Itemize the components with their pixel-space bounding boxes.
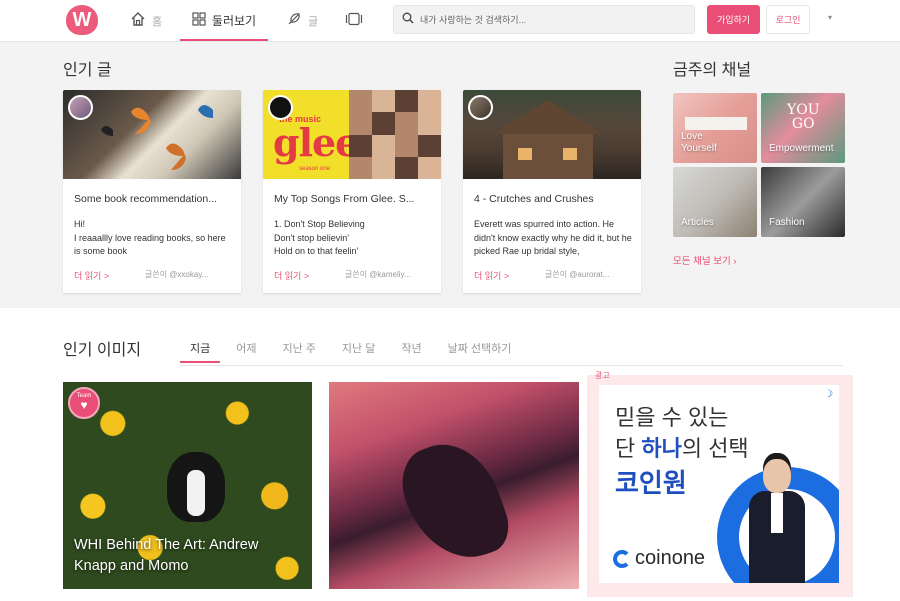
ad-product-name: 코인원 [615, 468, 687, 498]
top-header: W 홈 둘러보기 글 가입하기 로그인 ▾ [0, 0, 900, 42]
channel-label: Articles [681, 217, 714, 228]
channel-label: Empowerment [769, 143, 834, 154]
ad-text: 의 선택 [681, 436, 749, 461]
coinone-logo-icon [613, 549, 631, 568]
nav-collections[interactable] [345, 0, 363, 41]
logo-mark: W [72, 8, 92, 31]
ad-label: 광고 [595, 371, 610, 380]
tab-last-week[interactable]: 지난 주 [273, 332, 326, 363]
ad-banner[interactable]: ☽ 믿을 수 있는 단 하나의 선택 코인원 coinone [599, 385, 839, 583]
post-card[interactable]: the music glee season one My Top Songs F… [263, 90, 441, 293]
house-shape [503, 134, 593, 179]
post-author[interactable]: 글쓴이 @kameliy... [345, 269, 431, 280]
search-icon [402, 11, 414, 29]
channels-title: 금주의 채널 [673, 62, 752, 79]
post-thumbnail[interactable] [463, 90, 641, 179]
popular-posts-title: 인기 글 [63, 62, 112, 79]
channel-articles[interactable]: Articles [673, 167, 757, 237]
house-window [563, 148, 577, 160]
post-card[interactable]: Some book recommendation... Hi! I reaaal… [63, 90, 241, 293]
search-bar[interactable] [393, 5, 695, 34]
tab-last-month[interactable]: 지난 달 [332, 332, 385, 363]
glee-logo: glee [273, 120, 359, 165]
tab-yesterday[interactable]: 어제 [226, 332, 266, 363]
collections-icon [345, 12, 363, 29]
author-avatar[interactable] [268, 95, 293, 120]
ad-brand-name: coinone [635, 547, 706, 569]
post-author[interactable]: 글쓴이 @aurorat... [545, 269, 631, 280]
ad-headline: 믿을 수 있는 [615, 405, 729, 430]
nav-home[interactable]: 홈 [130, 0, 162, 41]
view-all-channels-link[interactable]: 모든 채널 보기 › [673, 253, 737, 267]
read-more-link[interactable]: 더 읽기 > [74, 269, 109, 282]
post-excerpt: 1. Don't Stop Believing Don't stop belie… [274, 219, 365, 256]
post-title[interactable]: 4 - Crutches and Crushes [474, 193, 632, 205]
post-title[interactable]: Some book recommendation... [74, 193, 232, 205]
image-card[interactable] [329, 382, 579, 589]
divider [180, 365, 843, 366]
cloud-shape [391, 430, 517, 574]
author-avatar[interactable] [468, 95, 493, 120]
post-thumbnail[interactable]: the music glee season one [263, 90, 441, 179]
channel-image-detail [685, 117, 747, 130]
nav-home-label: 홈 [152, 15, 163, 28]
grid-icon [192, 12, 206, 29]
heart-icon: ♥ [80, 398, 88, 412]
ad-model-figure [749, 459, 805, 583]
post-thumbnail[interactable] [63, 90, 241, 179]
nav-write[interactable]: 글 [286, 0, 318, 41]
login-button[interactable]: 로그인 [766, 5, 810, 34]
post-excerpt: Everett was spurred into action. He didn… [474, 219, 632, 256]
read-more-link[interactable]: 더 읽기 > [474, 269, 509, 282]
dog-figure [167, 452, 225, 522]
nav-write-label: 글 [308, 15, 319, 28]
post-author[interactable]: 글쓴이 @xxokay... [145, 269, 231, 280]
channel-empowerment[interactable]: YOU GO Empowerment [761, 93, 845, 163]
moon-icon[interactable]: ☽ [824, 389, 833, 400]
image-card[interactable]: Team ♥ WHI Behind The Art: Andrew Knapp … [63, 382, 312, 589]
popular-images-title: 인기 이미지 [63, 342, 142, 359]
tab-pick-date[interactable]: 날짜 선택하기 [438, 332, 522, 363]
chevron-down-icon[interactable]: ▾ [828, 13, 832, 22]
channel-love-yourself[interactable]: Love Yourself [673, 93, 757, 163]
ad-headline-2: 단 하나의 선택 [615, 431, 749, 463]
author-avatar[interactable] [68, 95, 93, 120]
search-input[interactable] [420, 14, 680, 25]
tab-last-year[interactable]: 작년 [391, 332, 431, 363]
home-icon [130, 11, 146, 30]
cast-photo-grid [349, 90, 441, 179]
channel-image-text: YOU GO [787, 102, 820, 132]
post-excerpt: Hi! I reaaallly love reading books, so h… [74, 219, 226, 256]
nav-explore[interactable]: 둘러보기 [180, 0, 268, 41]
tab-now[interactable]: 지금 [180, 332, 221, 363]
ad-text-bold: 하나 [641, 436, 682, 461]
house-window [518, 148, 532, 160]
house-shape [493, 100, 603, 134]
time-filter-tabs: 지금 어제 지난 주 지난 달 작년 날짜 선택하기 [180, 332, 527, 363]
ad-brand-logo: coinone [613, 547, 705, 570]
logo[interactable]: W [66, 5, 98, 35]
team-badge: Team ♥ [68, 387, 100, 419]
channel-fashion[interactable]: Fashion [761, 167, 845, 237]
feather-icon [286, 11, 302, 30]
channel-label: Love Yourself [681, 131, 717, 154]
post-title[interactable]: My Top Songs From Glee. S... [274, 193, 432, 205]
post-card[interactable]: 4 - Crutches and Crushes Everett was spu… [463, 90, 641, 293]
thumb-text: season one [299, 166, 331, 172]
channel-label: Fashion [769, 217, 805, 228]
ad-text: 단 [615, 436, 642, 461]
image-caption[interactable]: WHI Behind The Art: Andrew Knapp and Mom… [74, 535, 304, 577]
join-button[interactable]: 가입하기 [707, 5, 760, 34]
read-more-link[interactable]: 더 읽기 > [274, 269, 309, 282]
nav-explore-label: 둘러보기 [211, 14, 257, 28]
